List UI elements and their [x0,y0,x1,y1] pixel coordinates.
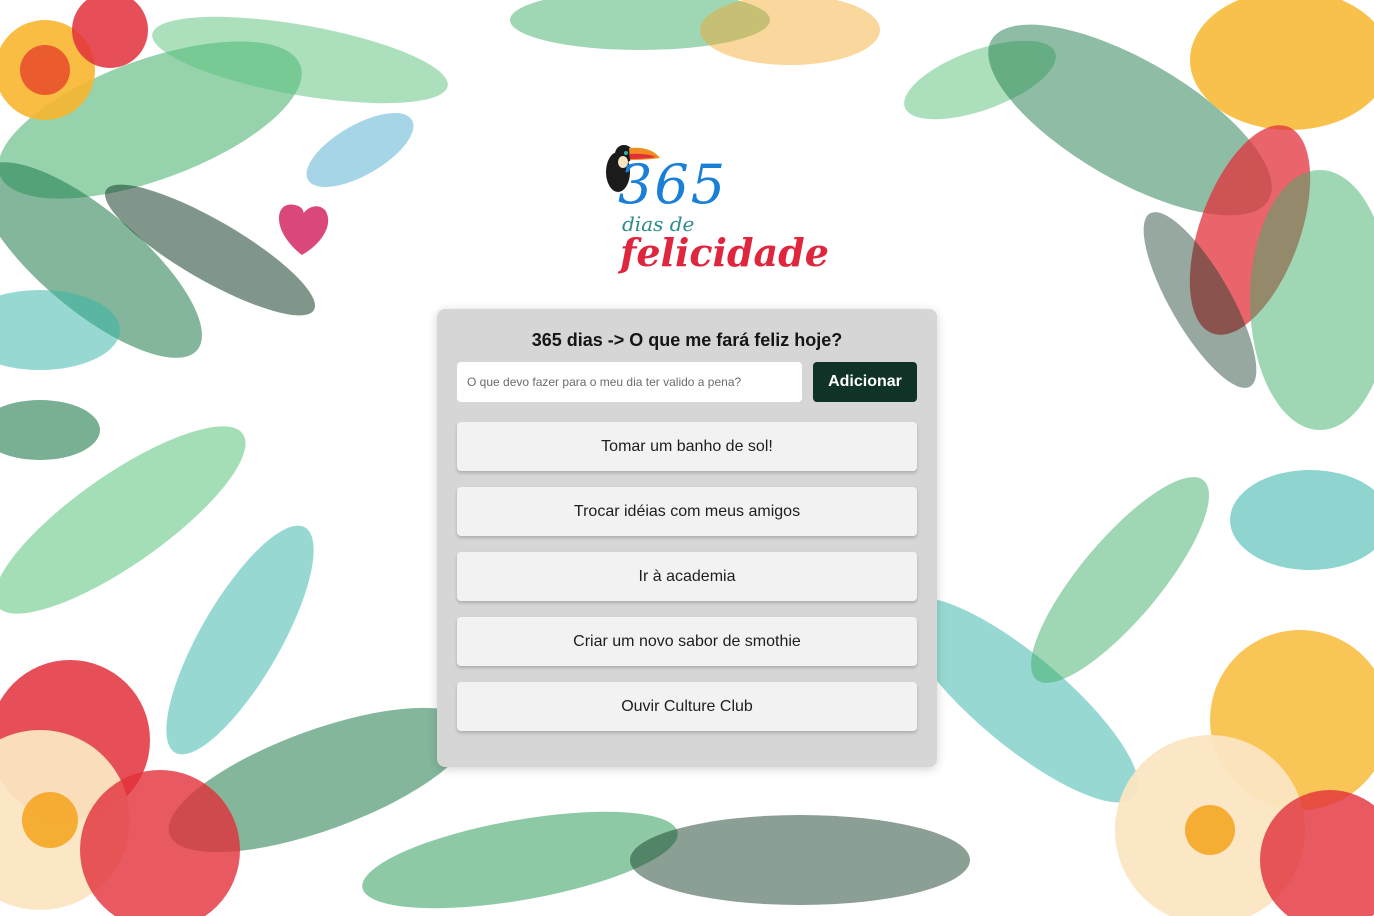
app-logo: 365 dias de felicidade [592,138,829,288]
logo-line2: felicidade [620,230,829,275]
task-item[interactable]: Ir à academia [457,552,917,601]
task-input[interactable] [457,362,802,402]
heart-leaf-icon [278,204,329,255]
task-item[interactable]: Trocar idéias com meus amigos [457,487,917,536]
page: 365 dias de felicidade 365 dias -> O que… [0,0,1374,916]
todo-card: 365 dias -> O que me fará feliz hoje? Ad… [437,309,937,767]
task-item[interactable]: Ouvir Culture Club [457,682,917,731]
task-item[interactable]: Criar um novo sabor de smothie [457,617,917,666]
add-button[interactable]: Adicionar [813,362,917,402]
task-item[interactable]: Tomar um banho de sol! [457,422,917,471]
logo-number: 365 [618,153,728,216]
card-title: 365 dias -> O que me fará feliz hoje? [531,330,843,350]
task-list: Tomar um banho de sol! Trocar idéias com… [457,422,917,747]
